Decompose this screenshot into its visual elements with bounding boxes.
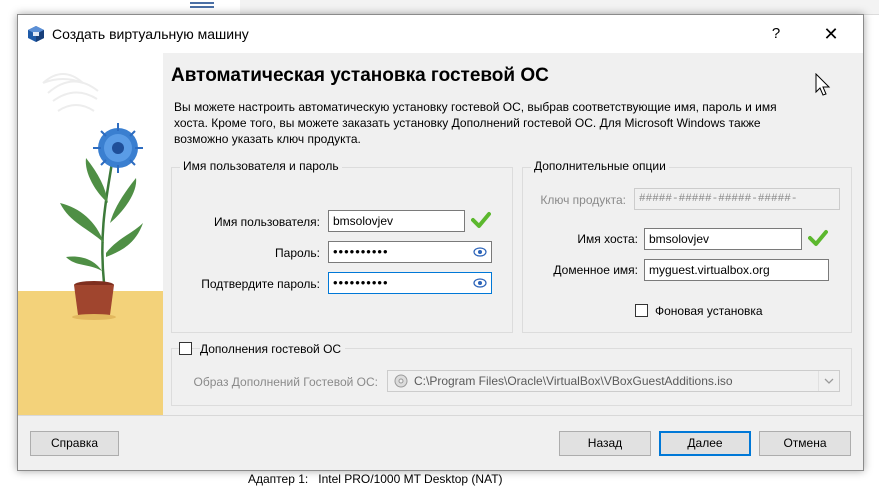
user-group-title: Имя пользователя и пароль [180,159,342,173]
page-description: Вы можете настроить автоматическую устан… [174,100,777,146]
mouse-cursor-icon [815,73,831,96]
guest-additions-checkbox[interactable] [179,342,192,355]
background-toolbar [240,0,879,15]
unattended-install-checkbox[interactable] [635,304,648,317]
background-adapter-text: Адаптер 1: Intel PRO/1000 MT Desktop (NA… [248,472,503,486]
domain-label: Доменное имя: [553,263,638,277]
confirm-password-field[interactable]: •••••••••• [328,272,492,294]
wizard-illustration [18,53,163,415]
disc-icon [394,374,408,388]
hostname-field[interactable]: bmsolovjev [644,228,802,250]
product-key-field: #####-#####-#####-#####- [634,188,840,210]
guest-additions-iso-value: C:\Program Files\Oracle\VirtualBox\VBoxG… [414,374,733,388]
product-key-label: Ключ продукта: [540,193,626,207]
password-label: Пароль: [275,246,320,260]
guest-additions-label: Дополнения гостевой ОС [200,342,346,356]
cancel-button[interactable]: Отмена [759,431,851,456]
next-button[interactable]: Далее [659,431,751,456]
username-field[interactable]: bmsolovjev [328,210,465,232]
show-password-eye-icon[interactable] [473,246,487,258]
close-button[interactable]: ✕ [816,23,846,45]
hostname-valid-check-icon [808,230,828,246]
options-group-title: Дополнительные опции [531,159,669,173]
create-vm-dialog: Создать виртуальную машину ? ✕ Автоматич… [17,14,864,471]
back-button[interactable]: Назад [559,431,651,456]
show-confirm-password-eye-icon[interactable] [473,277,487,289]
unattended-install-label: Фоновая установка [655,304,763,318]
window-title: Создать виртуальную машину [52,26,249,42]
password-field[interactable]: •••••••••• [328,241,492,263]
help-title-button[interactable]: ? [763,23,789,45]
title-bar: Создать виртуальную машину ? ✕ [18,15,863,53]
confirm-password-label: Подтвердите пароль: [201,277,320,291]
virtualbox-icon [28,26,44,42]
username-valid-check-icon [471,212,491,228]
chevron-down-icon [818,371,834,391]
username-label: Имя пользователя: [213,215,320,229]
help-button[interactable]: Справка [30,431,119,456]
guest-additions-iso-select: C:\Program Files\Oracle\VirtualBox\VBoxG… [387,370,840,392]
button-separator [18,415,863,416]
domain-field[interactable]: myguest.virtualbox.org [644,259,829,281]
hostname-label: Имя хоста: [577,232,638,246]
page-heading: Автоматическая установка гостевой ОС [171,65,549,86]
confirm-password-value: •••••••••• [333,275,389,290]
background-list-icon [190,0,214,12]
password-value: •••••••••• [333,244,389,259]
guest-additions-iso-label: Образ Дополнений Гостевой ОС: [193,375,378,389]
